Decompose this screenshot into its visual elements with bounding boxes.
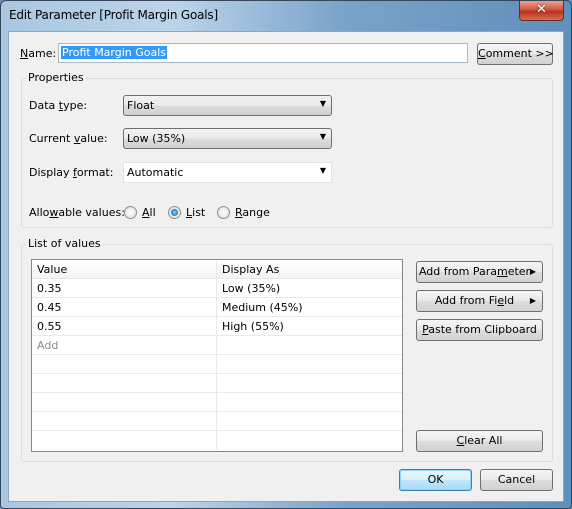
empty-cell (217, 412, 402, 431)
empty-cell (217, 393, 402, 412)
empty-cell (32, 355, 217, 374)
data-type-dropdown[interactable]: Float ▼ (123, 95, 332, 116)
add-display-cell[interactable] (217, 336, 402, 355)
radio-range-label[interactable]: Range (235, 206, 270, 219)
radio-list[interactable] (168, 206, 181, 219)
dialog-client-area: Name: Profit Margin Goals Comment >> Pro… (8, 31, 564, 502)
display-as-cell[interactable]: Medium (45%) (217, 298, 402, 317)
radio-all[interactable] (124, 206, 137, 219)
title-bar[interactable]: Edit Parameter [Profit Margin Goals] ✕ (1, 1, 571, 31)
name-input[interactable]: Profit Margin Goals (58, 43, 468, 63)
value-cell[interactable]: 0.35 (32, 279, 217, 298)
empty-cell (217, 431, 402, 450)
empty-row (32, 374, 402, 393)
empty-row (32, 393, 402, 412)
data-type-label: Data type: (29, 99, 88, 112)
add-row[interactable]: Add (32, 336, 402, 355)
radio-all-label[interactable]: All (142, 206, 156, 219)
empty-cell (217, 374, 402, 393)
empty-cell (32, 393, 217, 412)
display-format-label: Display format: (29, 166, 114, 179)
cancel-button[interactable]: Cancel (480, 469, 553, 491)
clear-all-button[interactable]: Clear All (416, 430, 543, 452)
empty-cell (32, 412, 217, 431)
empty-cell (217, 355, 402, 374)
radio-range[interactable] (217, 206, 230, 219)
empty-cell (32, 431, 217, 450)
chevron-down-icon: ▼ (319, 166, 326, 175)
table-header: Value Display As (32, 260, 402, 279)
display-as-cell[interactable]: Low (35%) (217, 279, 402, 298)
empty-row (32, 355, 402, 374)
close-button[interactable]: ✕ (519, 1, 564, 21)
current-value-value: Low (35%) (127, 132, 186, 145)
current-value-dropdown[interactable]: Low (35%) ▼ (123, 128, 332, 149)
chevron-down-icon: ▼ (319, 132, 326, 141)
add-value-placeholder[interactable]: Add (32, 336, 217, 355)
submenu-arrow-icon: ▶ (529, 267, 536, 276)
empty-row (32, 412, 402, 431)
table-row[interactable]: 0.55 High (55%) (32, 317, 402, 336)
paste-from-clipboard-button[interactable]: Paste from Clipboard (416, 319, 543, 341)
empty-row (32, 431, 402, 450)
comment-button[interactable]: Comment >> (477, 43, 554, 65)
edit-parameter-dialog: Edit Parameter [Profit Margin Goals] ✕ N… (0, 0, 572, 509)
radio-list-label[interactable]: List (186, 206, 205, 219)
table-row[interactable]: 0.45 Medium (45%) (32, 298, 402, 317)
ok-button[interactable]: OK (399, 469, 472, 491)
close-x-icon: ✕ (536, 2, 547, 17)
data-type-value: Float (127, 99, 155, 112)
add-from-parameter-button[interactable]: Add from Parameter ▶ (416, 261, 543, 283)
current-value-label: Current value: (29, 132, 108, 145)
dialog-title: Edit Parameter [Profit Margin Goals] (9, 8, 218, 22)
name-label: Name: (20, 47, 57, 60)
display-format-dropdown[interactable]: Automatic ▼ (123, 162, 332, 183)
value-cell[interactable]: 0.45 (32, 298, 217, 317)
empty-cell (32, 374, 217, 393)
values-table[interactable]: Value Display As 0.35 Low (35%) 0.45 Med… (31, 259, 403, 452)
column-header-value[interactable]: Value (32, 260, 217, 279)
name-input-value: Profit Margin Goals (61, 46, 168, 59)
list-of-values-group-label: List of values (26, 237, 103, 250)
submenu-arrow-icon: ▶ (529, 296, 536, 305)
chevron-down-icon: ▼ (319, 99, 326, 108)
add-from-field-button[interactable]: Add from Field ▶ (416, 290, 543, 312)
value-cell[interactable]: 0.55 (32, 317, 217, 336)
properties-group-label: Properties (26, 71, 86, 84)
table-row[interactable]: 0.35 Low (35%) (32, 279, 402, 298)
display-format-value: Automatic (127, 166, 184, 179)
allowable-values-label: Allowable values: (29, 206, 125, 219)
column-header-display-as[interactable]: Display As (217, 260, 402, 279)
display-as-cell[interactable]: High (55%) (217, 317, 402, 336)
